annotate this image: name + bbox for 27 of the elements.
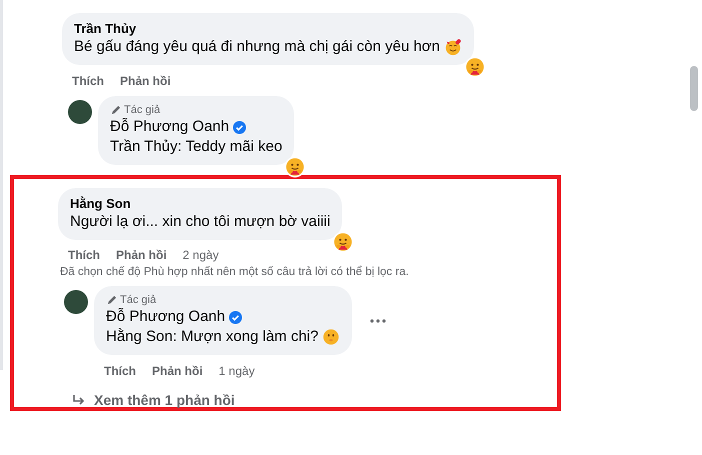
comment-action-link[interactable]: Phản hồi: [120, 74, 171, 88]
avatar[interactable]: [64, 290, 88, 314]
more-options-icon[interactable]: [370, 318, 386, 322]
comment-action-link[interactable]: Thích: [72, 74, 104, 88]
comment-action-link[interactable]: Phản hồi: [152, 364, 203, 378]
comment-text: Người lạ ơi... xin cho tôi mượn bờ vaiiii: [70, 212, 330, 232]
timestamp: 1 ngày: [218, 364, 255, 378]
timestamp: 2 ngày: [182, 248, 219, 262]
reply-text: Trần Thủy: Teddy mãi keo: [110, 137, 282, 157]
commenter-name: Đỗ Phương Oanh: [106, 307, 226, 327]
pen-icon: [106, 294, 117, 306]
comment-action-link[interactable]: Thích: [104, 364, 136, 378]
author-label: Tác giả: [124, 103, 160, 117]
comment-action-link[interactable]: Phản hồi: [116, 248, 167, 262]
commenter-name: Trần Thủy: [74, 20, 138, 37]
reply-arrow-icon: [72, 394, 86, 406]
filter-notice: Đã chọn chế độ Phù hợp nhất nên một số câu trả lời có thể bị lọc ra.: [59, 264, 410, 278]
comment-action-link[interactable]: Thích: [68, 248, 100, 262]
reply-text: Hằng Son: Mượn xong làm chi?: [106, 327, 318, 347]
view-more-replies-link[interactable]: Xem thêm 1 phản hồi: [94, 392, 235, 408]
avatar[interactable]: [68, 100, 92, 124]
commenter-name: Đỗ Phương Oanh: [110, 117, 230, 137]
author-label: Tác giả: [120, 293, 156, 307]
pen-icon: [110, 104, 121, 116]
scrollbar-thumb[interactable]: [690, 66, 698, 111]
comment-text: Bé gấu đáng yêu quá đi nhưng mà chị gái còn yêu hơn: [74, 37, 440, 57]
commenter-name: Hằng Son: [70, 195, 132, 212]
